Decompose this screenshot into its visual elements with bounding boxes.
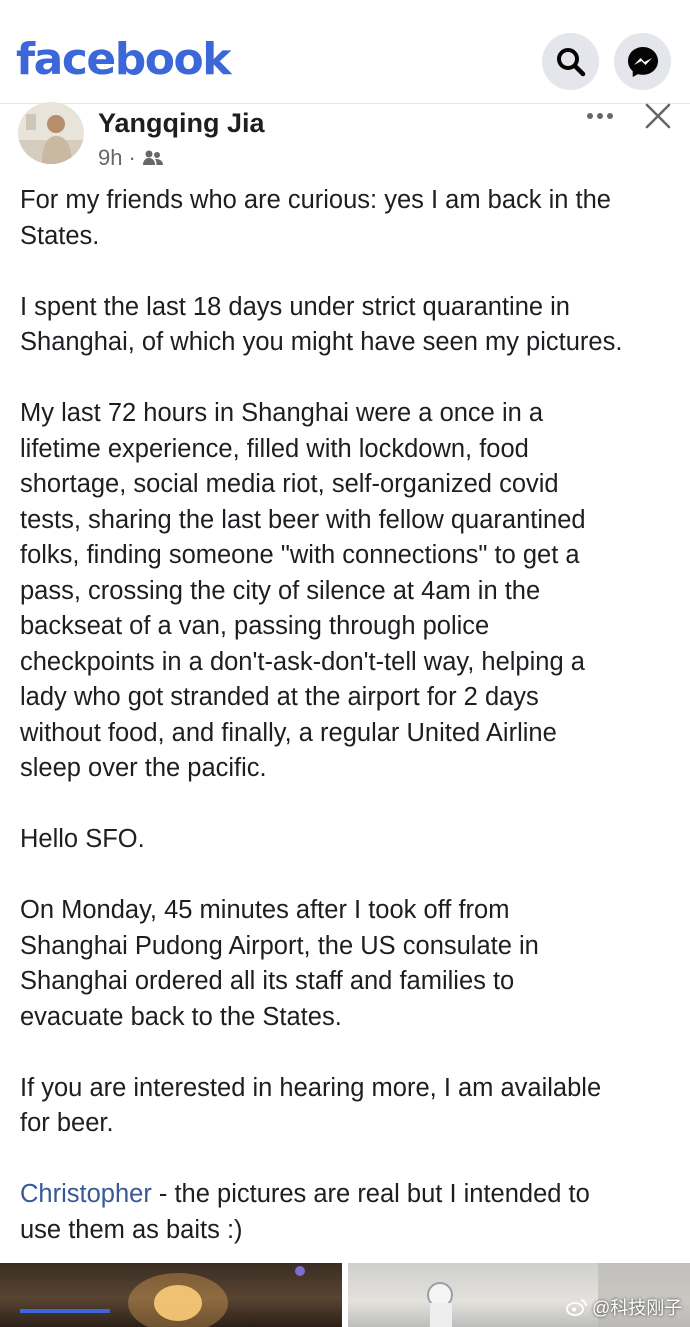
top-bar: facebook [0, 0, 690, 104]
post-paragraph-mention: Christopher - the pictures are real but … [20, 1177, 680, 1248]
search-icon [556, 47, 585, 76]
photo-content [20, 1266, 305, 1327]
post-time[interactable]: 9h [98, 145, 122, 171]
more-options-button[interactable] [584, 102, 620, 130]
post-body: For my friends who are curious: yes I am… [20, 183, 680, 1248]
friends-icon [142, 150, 163, 165]
watermark-text: @科技刚子 [592, 1298, 683, 1318]
meta-separator: · [128, 145, 136, 170]
weibo-icon [566, 1299, 587, 1316]
post-paragraph: My last 72 hours in Shanghai were a once… [20, 399, 586, 782]
messenger-icon [627, 46, 658, 77]
search-button[interactable] [542, 33, 599, 90]
post-meta: 9h · [98, 145, 164, 171]
ellipsis-icon [587, 113, 613, 119]
post-paragraph: Hello SFO. [20, 825, 145, 853]
post-paragraph: For my friends who are curious: yes I am… [20, 186, 611, 250]
mention-link[interactable]: Christopher [20, 1180, 152, 1208]
post-paragraph: On Monday, 45 minutes after I took off f… [20, 896, 539, 1031]
facebook-logo[interactable]: facebook [16, 34, 231, 85]
post-paragraph: If you are interested in hearing more, I… [20, 1073, 602, 1138]
messenger-button[interactable] [614, 33, 671, 90]
close-icon [645, 103, 671, 129]
hide-post-button[interactable] [644, 102, 672, 130]
post-photo-1[interactable] [0, 1263, 342, 1327]
avatar[interactable] [18, 102, 84, 164]
profile-photo [18, 102, 84, 164]
watermark: @科技刚子 [566, 1294, 682, 1320]
post-paragraph: I spent the last 18 days under strict qu… [20, 292, 623, 357]
author-name[interactable]: Yangqing Jia [98, 108, 265, 139]
